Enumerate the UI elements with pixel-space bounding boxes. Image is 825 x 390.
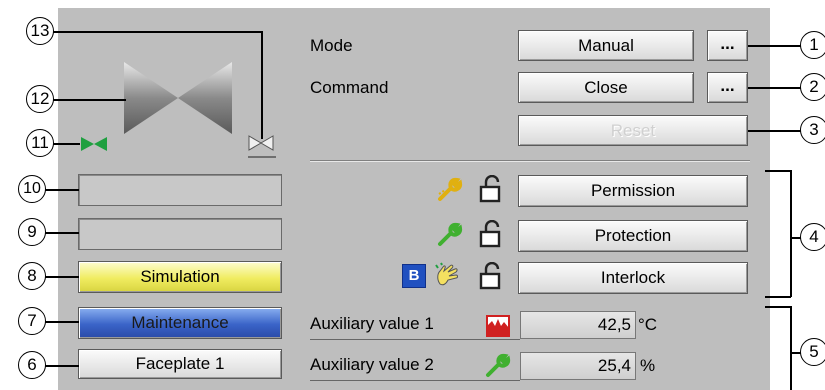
callout-line [42,232,79,234]
callout-13: 13 [26,17,54,45]
command-button[interactable]: Close [518,72,694,103]
callout-line [261,31,263,139]
callout-line [748,45,804,47]
callout-12: 12 [26,85,54,113]
callout-11: 11 [26,129,54,157]
maintenance-button[interactable]: Maintenance [78,307,282,339]
callout-line [765,306,791,308]
callout-10: 10 [18,175,46,203]
callout-3: 3 [800,116,825,144]
aux-1-unit: °C [638,315,658,334]
bypass-badge: B [402,264,426,288]
callout-4: 4 [800,223,825,251]
status-field-9 [78,218,282,250]
hand-icon [435,262,458,286]
callout-line [748,87,804,89]
callout-line [52,31,262,33]
callout-1: 1 [800,31,825,59]
callout-8: 8 [18,262,46,290]
callout-9: 9 [18,218,46,246]
callout-line [42,321,79,323]
aux-1-underline [310,339,520,340]
aux-2-underline [310,380,520,381]
mode-label: Mode [310,36,353,55]
padlock-icon [479,262,501,290]
command-more-button[interactable]: ... [707,72,748,103]
callout-line [765,170,791,172]
mode-more-button[interactable]: ... [707,30,748,61]
thermometer-icon [486,315,510,337]
protection-button[interactable]: Protection [518,220,748,252]
faceplate-button[interactable]: Faceplate 1 [78,349,282,379]
padlock-icon [479,220,501,248]
callout-5: 5 [800,338,825,366]
interlock-button[interactable]: Interlock [518,262,748,294]
callout-line [790,306,792,390]
status-field-10 [78,174,282,206]
separator [310,160,750,162]
callout-line [42,365,79,367]
aux-2-label: Auxiliary value 2 [310,355,434,374]
callout-line [790,170,792,297]
simulation-button[interactable]: Simulation [78,261,282,293]
callout-2: 2 [800,73,825,101]
callout-6: 6 [18,351,46,379]
callout-7: 7 [18,307,46,335]
wrench-yellow-icon [438,177,463,201]
command-label: Command [310,78,389,97]
aux-1-value: 42,5 [520,311,636,339]
aux-1-label: Auxiliary value 1 [310,314,434,333]
aux-2-value: 25,4 [520,352,636,380]
permission-button[interactable]: Permission [518,175,748,207]
callout-line [42,189,79,191]
aux-2-unit: % [640,356,656,375]
callout-line [42,276,79,278]
wrench-green-icon [438,222,463,246]
reset-button[interactable]: Reset [518,115,748,146]
valve-small-green-icon [81,137,107,151]
valve-icon [124,62,232,134]
callout-line [765,296,791,298]
padlock-icon [479,175,501,203]
wrench-green-icon [486,353,511,377]
callout-line [748,130,804,132]
mode-button[interactable]: Manual [518,30,694,61]
